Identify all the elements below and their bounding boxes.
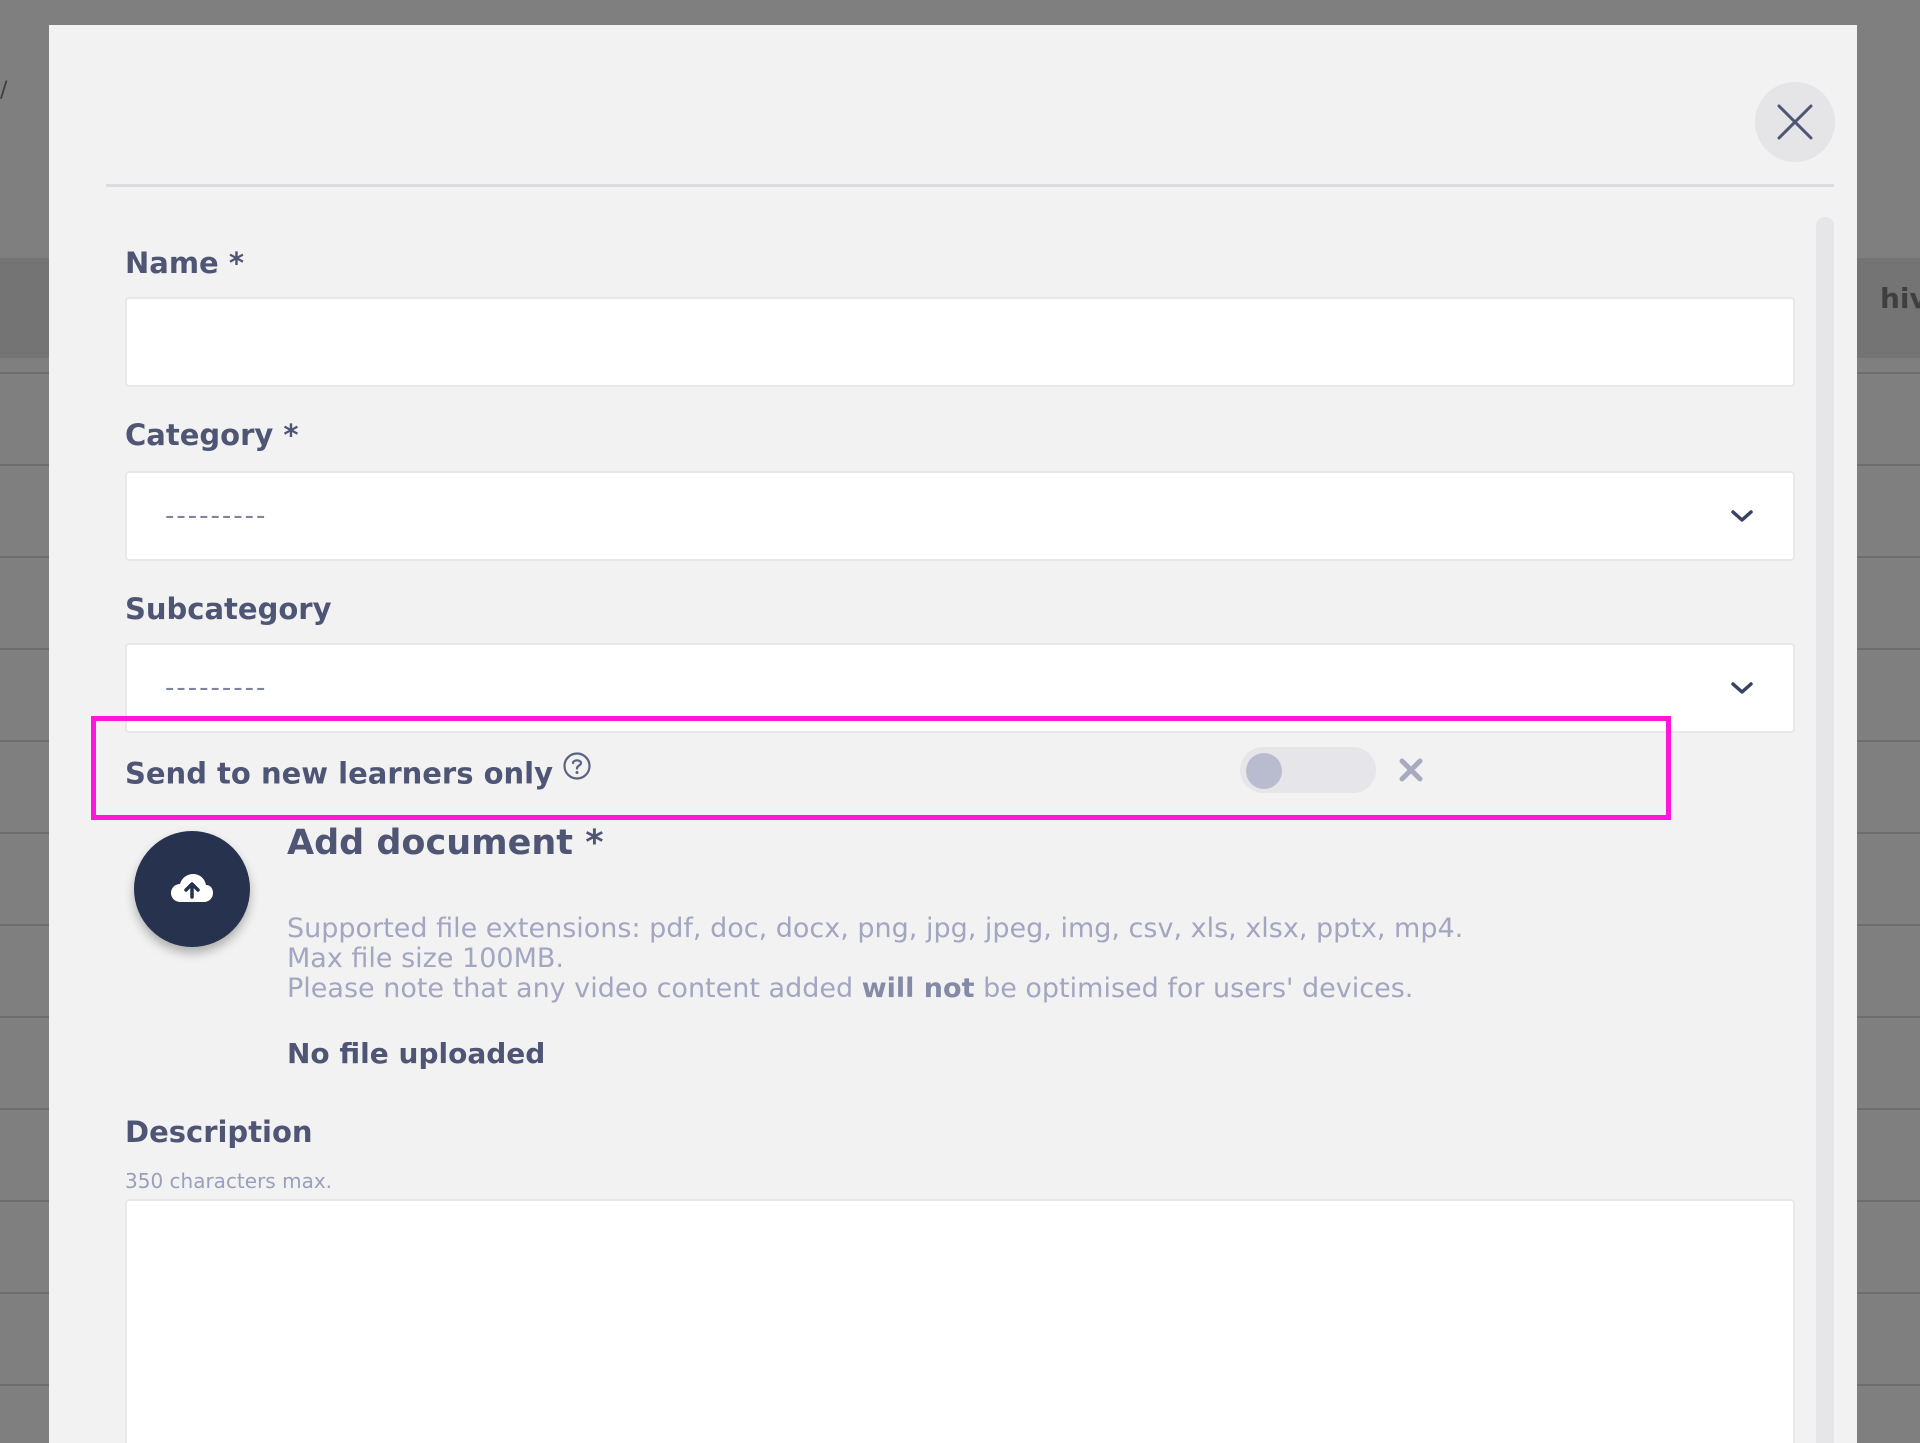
toggle-knob <box>1246 753 1282 789</box>
modal-scrollbar[interactable] <box>1816 217 1834 1443</box>
subcategory-label: Subcategory <box>125 592 332 626</box>
chevron-down-icon <box>1731 510 1753 522</box>
name-label: Name * <box>125 246 245 280</box>
description-hint: 350 characters max. <box>125 1169 333 1193</box>
background-partial-mark: / <box>0 78 8 103</box>
category-label: Category * <box>125 418 299 452</box>
video-note-text: Please note that any video content added… <box>287 973 1414 1004</box>
close-icon <box>1777 104 1813 140</box>
new-learners-label: Send to new learners only <box>125 756 554 791</box>
header-divider <box>106 184 1834 187</box>
category-select[interactable]: --------- <box>125 471 1795 561</box>
subcategory-select[interactable]: --------- <box>125 643 1795 733</box>
required-mark: * <box>283 418 299 452</box>
cloud-upload-icon <box>171 874 213 902</box>
add-document-modal: Name * Category * --------- Subcategory … <box>49 25 1857 1443</box>
chevron-down-icon <box>1731 682 1753 694</box>
required-mark: * <box>585 823 604 863</box>
description-textarea[interactable] <box>125 1199 1795 1443</box>
help-icon[interactable] <box>562 751 592 781</box>
new-learners-toggle[interactable] <box>1240 747 1376 793</box>
upload-status: No file uploaded <box>287 1037 546 1070</box>
name-input[interactable] <box>125 297 1795 387</box>
x-icon <box>1399 758 1423 782</box>
required-mark: * <box>228 246 245 280</box>
description-label: Description <box>125 1115 313 1149</box>
category-selected-value: --------- <box>165 501 268 531</box>
supported-extensions-text: Supported file extensions: pdf, doc, doc… <box>287 913 1464 944</box>
subcategory-selected-value: --------- <box>165 673 268 703</box>
upload-document-button[interactable] <box>134 831 250 947</box>
add-document-title: Add document * <box>287 823 604 863</box>
max-file-size-text: Max file size 100MB. <box>287 943 564 974</box>
background-partial-text: hiv <box>1880 282 1920 315</box>
close-button[interactable] <box>1755 82 1835 162</box>
